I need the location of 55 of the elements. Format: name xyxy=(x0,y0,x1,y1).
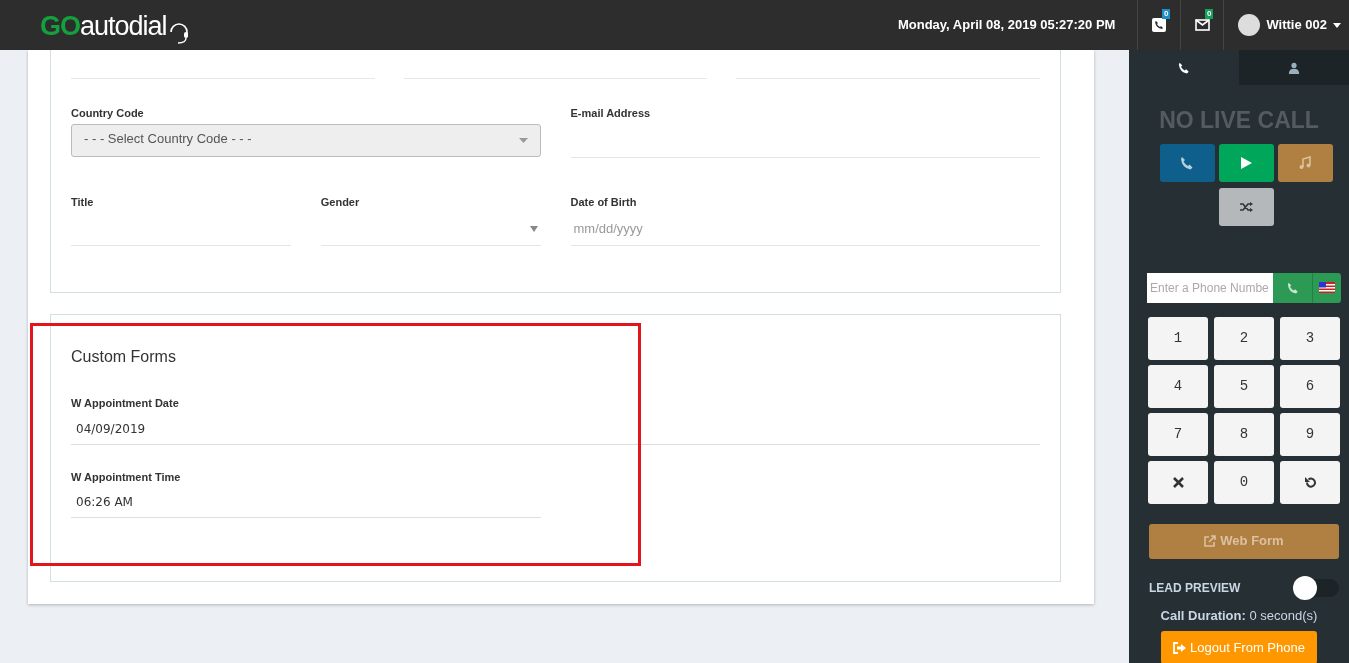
keypad-key[interactable]: 2 xyxy=(1214,316,1274,360)
field-label: W Appointment Time xyxy=(71,469,182,485)
shuffle-icon xyxy=(1239,199,1253,214)
keypad-key[interactable]: 5 xyxy=(1214,364,1274,408)
shuffle-button[interactable] xyxy=(1218,187,1274,226)
country-button[interactable] xyxy=(1313,272,1341,303)
input-field[interactable]: 06:26 AM xyxy=(71,487,541,518)
avatar-icon xyxy=(1238,14,1261,36)
count-badge: 0 xyxy=(1204,9,1214,19)
logo: GOautodial xyxy=(0,0,191,50)
phone-icon xyxy=(1180,155,1194,170)
date-field[interactable]: mm/dd/yyyy xyxy=(570,212,1040,246)
caret-icon xyxy=(518,137,528,143)
lead-preview-label: LEAD PREVIEW xyxy=(1149,579,1241,597)
country-code-select[interactable]: - - - Select Country Code - - - xyxy=(71,123,541,157)
caret-icon xyxy=(1333,22,1341,28)
keypad-key[interactable]: 9 xyxy=(1280,412,1340,456)
call-duration: Call Duration: 0 second(s) xyxy=(1159,606,1319,625)
music-button[interactable] xyxy=(1277,143,1333,182)
person-icon xyxy=(1288,61,1300,74)
close-icon xyxy=(1171,475,1185,489)
sign-out-icon xyxy=(1173,641,1187,654)
keypad-key[interactable]: 3 xyxy=(1280,316,1340,360)
field-label: Gender xyxy=(320,194,361,210)
play-button[interactable] xyxy=(1218,143,1274,182)
phone-icon xyxy=(1178,61,1190,74)
phone-number-field[interactable]: Enter a Phone Numbe xyxy=(1147,272,1273,303)
play-icon xyxy=(1239,155,1253,170)
field-label: Country Code xyxy=(71,106,145,121)
undo-key[interactable] xyxy=(1280,460,1340,504)
date-time: Monday, April 08, 2019 05:27:20 PM xyxy=(897,16,1116,35)
clear-key[interactable] xyxy=(1148,460,1208,504)
section-title: Custom Forms xyxy=(71,347,177,367)
keypad-key[interactable]: 7 xyxy=(1148,412,1208,456)
field-label: Date of Birth xyxy=(570,194,638,210)
keypad-key[interactable]: 4 xyxy=(1148,364,1208,408)
phone-icon xyxy=(1286,281,1299,294)
flag-icon xyxy=(1319,282,1335,293)
call-button[interactable] xyxy=(1159,143,1215,182)
music-icon xyxy=(1298,155,1312,170)
input-field[interactable]: 04/09/2019 xyxy=(71,413,1040,445)
keypad-key[interactable]: 1 xyxy=(1148,316,1208,360)
toggle-switch[interactable] xyxy=(1295,578,1339,597)
field-label: W Appointment Date xyxy=(71,396,180,411)
field-label: E-mail Address xyxy=(570,106,652,121)
external-link-icon xyxy=(1204,535,1217,547)
envelope-icon xyxy=(1194,19,1210,31)
count-badge: 0 xyxy=(1161,9,1171,19)
keypad-key[interactable]: 0 xyxy=(1214,460,1274,504)
dial-button[interactable] xyxy=(1273,272,1313,303)
keypad-key[interactable]: 8 xyxy=(1214,412,1274,456)
undo-icon xyxy=(1303,475,1317,489)
phone-icon xyxy=(1152,18,1167,32)
field-label: Title xyxy=(71,194,95,210)
keypad-key[interactable]: 6 xyxy=(1280,364,1340,408)
